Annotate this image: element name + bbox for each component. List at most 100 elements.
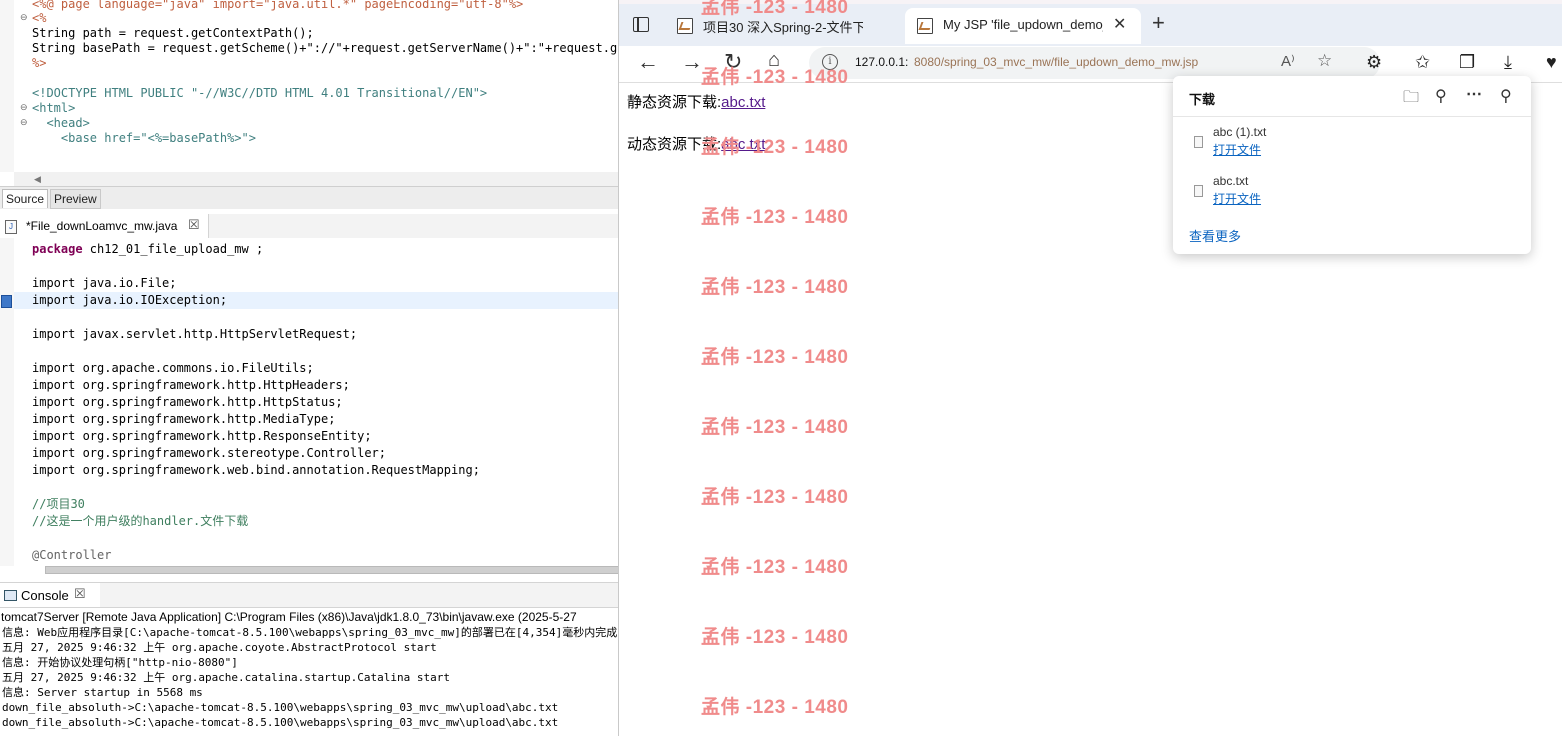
- close-icon[interactable]: ☒: [74, 586, 86, 602]
- address-host: 127.0.0.1:: [855, 55, 909, 69]
- watermark: 孟伟 -123 - 1480: [701, 67, 849, 88]
- code-line: import org.springframework.web.bind.anno…: [32, 463, 480, 477]
- code-line: import org.apache.commons.io.FileUtils;: [32, 361, 314, 375]
- see-more-link[interactable]: 查看更多: [1189, 226, 1241, 245]
- editor-mode-tabs: Source Preview: [0, 186, 618, 209]
- open-folder-icon[interactable]: 🗀: [1403, 86, 1419, 113]
- code-line: import org.springframework.http.Response…: [32, 429, 372, 443]
- console-tab-label: Console: [21, 588, 69, 603]
- java-editor[interactable]: package ch12_01_file_upload_mw ; import …: [0, 238, 618, 566]
- read-aloud-icon[interactable]: A⁾: [1281, 52, 1295, 70]
- console-process-title: tomcat7Server [Remote Java Application] …: [1, 610, 577, 624]
- tab-console[interactable]: Console ☒: [0, 583, 100, 607]
- back-icon[interactable]: ←: [637, 49, 659, 75]
- open-file-link[interactable]: 打开文件: [1213, 190, 1261, 207]
- comment-line: //项目30: [32, 497, 85, 511]
- code-line: import org.springframework.http.HttpHead…: [32, 378, 350, 392]
- address-path: 8080/spring_03_mvc_mw/file_updown_demo_m…: [914, 55, 1199, 69]
- more-options-icon[interactable]: ⋯: [1466, 84, 1482, 104]
- close-icon[interactable]: ✕: [1113, 14, 1126, 34]
- browser-tab-title: My JSP 'file_updown_demo_mw_: [943, 17, 1103, 32]
- console-line: 信息: 开始协议处理句柄["http-nio-8080"]: [2, 656, 238, 669]
- text-file-icon: [1194, 136, 1203, 148]
- close-icon[interactable]: ☒: [188, 217, 200, 233]
- download-file-name: abc (1).txt: [1213, 125, 1267, 139]
- code-line: <!DOCTYPE HTML PUBLIC "-//W3C//DTD HTML …: [32, 86, 488, 100]
- console-line: 信息: Web应用程序目录[C:\apache-tomcat-8.5.100\w…: [2, 626, 618, 639]
- static-download-row: 静态资源下载:abc.txt: [627, 91, 765, 112]
- browser-tab-title: 项目30 深入Spring-2-文件下载-易: [703, 20, 863, 35]
- jsp-editor[interactable]: ⊖ ⊖ ⊖ <%@ page language="java" import="j…: [0, 0, 618, 186]
- download-file-name: abc.txt: [1213, 174, 1249, 188]
- code-line: <%@ page language="java" import="java.ut…: [32, 0, 524, 11]
- watermark: 孟伟 -123 - 1480: [701, 557, 849, 578]
- tab-preview[interactable]: Preview: [50, 189, 101, 209]
- code-line: import java.io.File;: [32, 276, 177, 290]
- code-line: <html>: [32, 101, 76, 115]
- watermark: 孟伟 -123 - 1480: [701, 277, 849, 298]
- text-file-icon: [1194, 185, 1203, 197]
- new-tab-icon[interactable]: +: [1152, 10, 1165, 36]
- watermark: 孟伟 -123 - 1480: [701, 627, 849, 648]
- browser-tab-active[interactable]: My JSP 'file_updown_demo_mw_ ✕: [905, 8, 1141, 44]
- console-line: down_file_absoluth->C:\apache-tomcat-8.5…: [2, 701, 559, 714]
- bookmark-marker-icon[interactable]: [1, 295, 12, 308]
- code-line: import org.springframework.http.MediaTyp…: [32, 412, 336, 426]
- downloads-icon[interactable]: ⤓: [1504, 52, 1512, 73]
- watermark: 孟伟 -123 - 1480: [701, 697, 849, 718]
- code-line: package ch12_01_file_upload_mw ;: [32, 241, 263, 258]
- code-line: import org.springframework.stereotype.Co…: [32, 446, 387, 460]
- watermark: 孟伟 -123 - 1480: [701, 487, 849, 508]
- tab-source[interactable]: Source: [2, 189, 49, 208]
- code-line: String path = request.getContextPath();: [32, 26, 314, 40]
- downloads-title: 下载: [1189, 92, 1216, 107]
- page-favicon-icon: [677, 18, 693, 34]
- add-favorite-icon[interactable]: ☆: [1317, 51, 1332, 71]
- horizontal-scrollbar[interactable]: ◀: [14, 172, 618, 186]
- keyword: package: [32, 242, 83, 256]
- annotation-line: @Controller: [32, 548, 112, 562]
- code-line: import java.io.IOException;: [32, 293, 228, 307]
- code-line: %>: [32, 56, 47, 70]
- code-line: <%: [32, 11, 47, 25]
- horizontal-scrollbar[interactable]: [45, 566, 618, 574]
- watermark: 孟伟 -123 - 1480: [701, 0, 849, 18]
- java-tab-label: *File_downLoamvc_mw.java: [26, 219, 178, 233]
- java-editor-tabbar: J *File_downLoamvc_mw.java ☒: [0, 214, 618, 239]
- code-line: <head>: [32, 116, 90, 130]
- extensions-icon[interactable]: ⚙: [1366, 52, 1382, 73]
- page-favicon-icon: [917, 18, 933, 34]
- forward-icon[interactable]: →: [681, 49, 703, 75]
- scroll-left-icon[interactable]: ◀: [34, 174, 41, 185]
- code-line: import javax.servlet.http.HttpServletReq…: [32, 327, 358, 341]
- search-icon[interactable]: ⚲: [1435, 86, 1447, 106]
- open-file-link[interactable]: 打开文件: [1213, 141, 1261, 158]
- java-file-icon: J: [5, 220, 17, 234]
- jsp-editor-gutter: [0, 0, 14, 172]
- console-icon: [4, 590, 17, 601]
- address-bar[interactable]: i 127.0.0.1: 8080/spring_03_mvc_mw/file_…: [809, 47, 1380, 79]
- favorites-icon[interactable]: ✩: [1415, 52, 1430, 73]
- watermark: 孟伟 -123 - 1480: [701, 347, 849, 368]
- code-line: import org.springframework.http.HttpStat…: [32, 395, 343, 409]
- collections-icon[interactable]: ❐: [1459, 52, 1475, 73]
- watermark: 孟伟 -123 - 1480: [701, 207, 849, 228]
- console-line: 五月 27, 2025 9:46:32 上午 org.apache.coyote…: [2, 641, 437, 654]
- performance-icon[interactable]: ♥: [1546, 52, 1557, 73]
- console-output[interactable]: tomcat7Server [Remote Java Application] …: [0, 608, 618, 736]
- tab-actions-icon[interactable]: [633, 17, 649, 32]
- tab-java-file[interactable]: J *File_downLoamvc_mw.java ☒: [0, 214, 209, 238]
- console-line: 五月 27, 2025 9:46:32 上午 org.apache.catali…: [2, 671, 450, 684]
- console-tabbar: Console ☒: [0, 582, 618, 608]
- fold-collapse-icon[interactable]: ⊖: [20, 103, 29, 112]
- console-line: 信息: Server startup in 5568 ms: [2, 686, 203, 699]
- fold-collapse-icon[interactable]: ⊖: [20, 13, 29, 22]
- pin-icon[interactable]: ⚲: [1500, 86, 1512, 106]
- watermark: 孟伟 -123 - 1480: [701, 417, 849, 438]
- code-line: <base href="<%=basePath%>">: [32, 131, 256, 145]
- fold-collapse-icon[interactable]: ⊖: [20, 118, 29, 127]
- eclipse-ide: ⊖ ⊖ ⊖ <%@ page language="java" import="j…: [0, 0, 618, 736]
- comment-line: //这是一个用户级的handler.文件下载: [32, 514, 249, 528]
- downloads-flyout: 下载 🗀 ⚲ ⋯ ⚲ abc (1).txt 打开文件 abc.txt 打开文件…: [1173, 76, 1531, 254]
- static-download-link[interactable]: abc.txt: [721, 94, 765, 111]
